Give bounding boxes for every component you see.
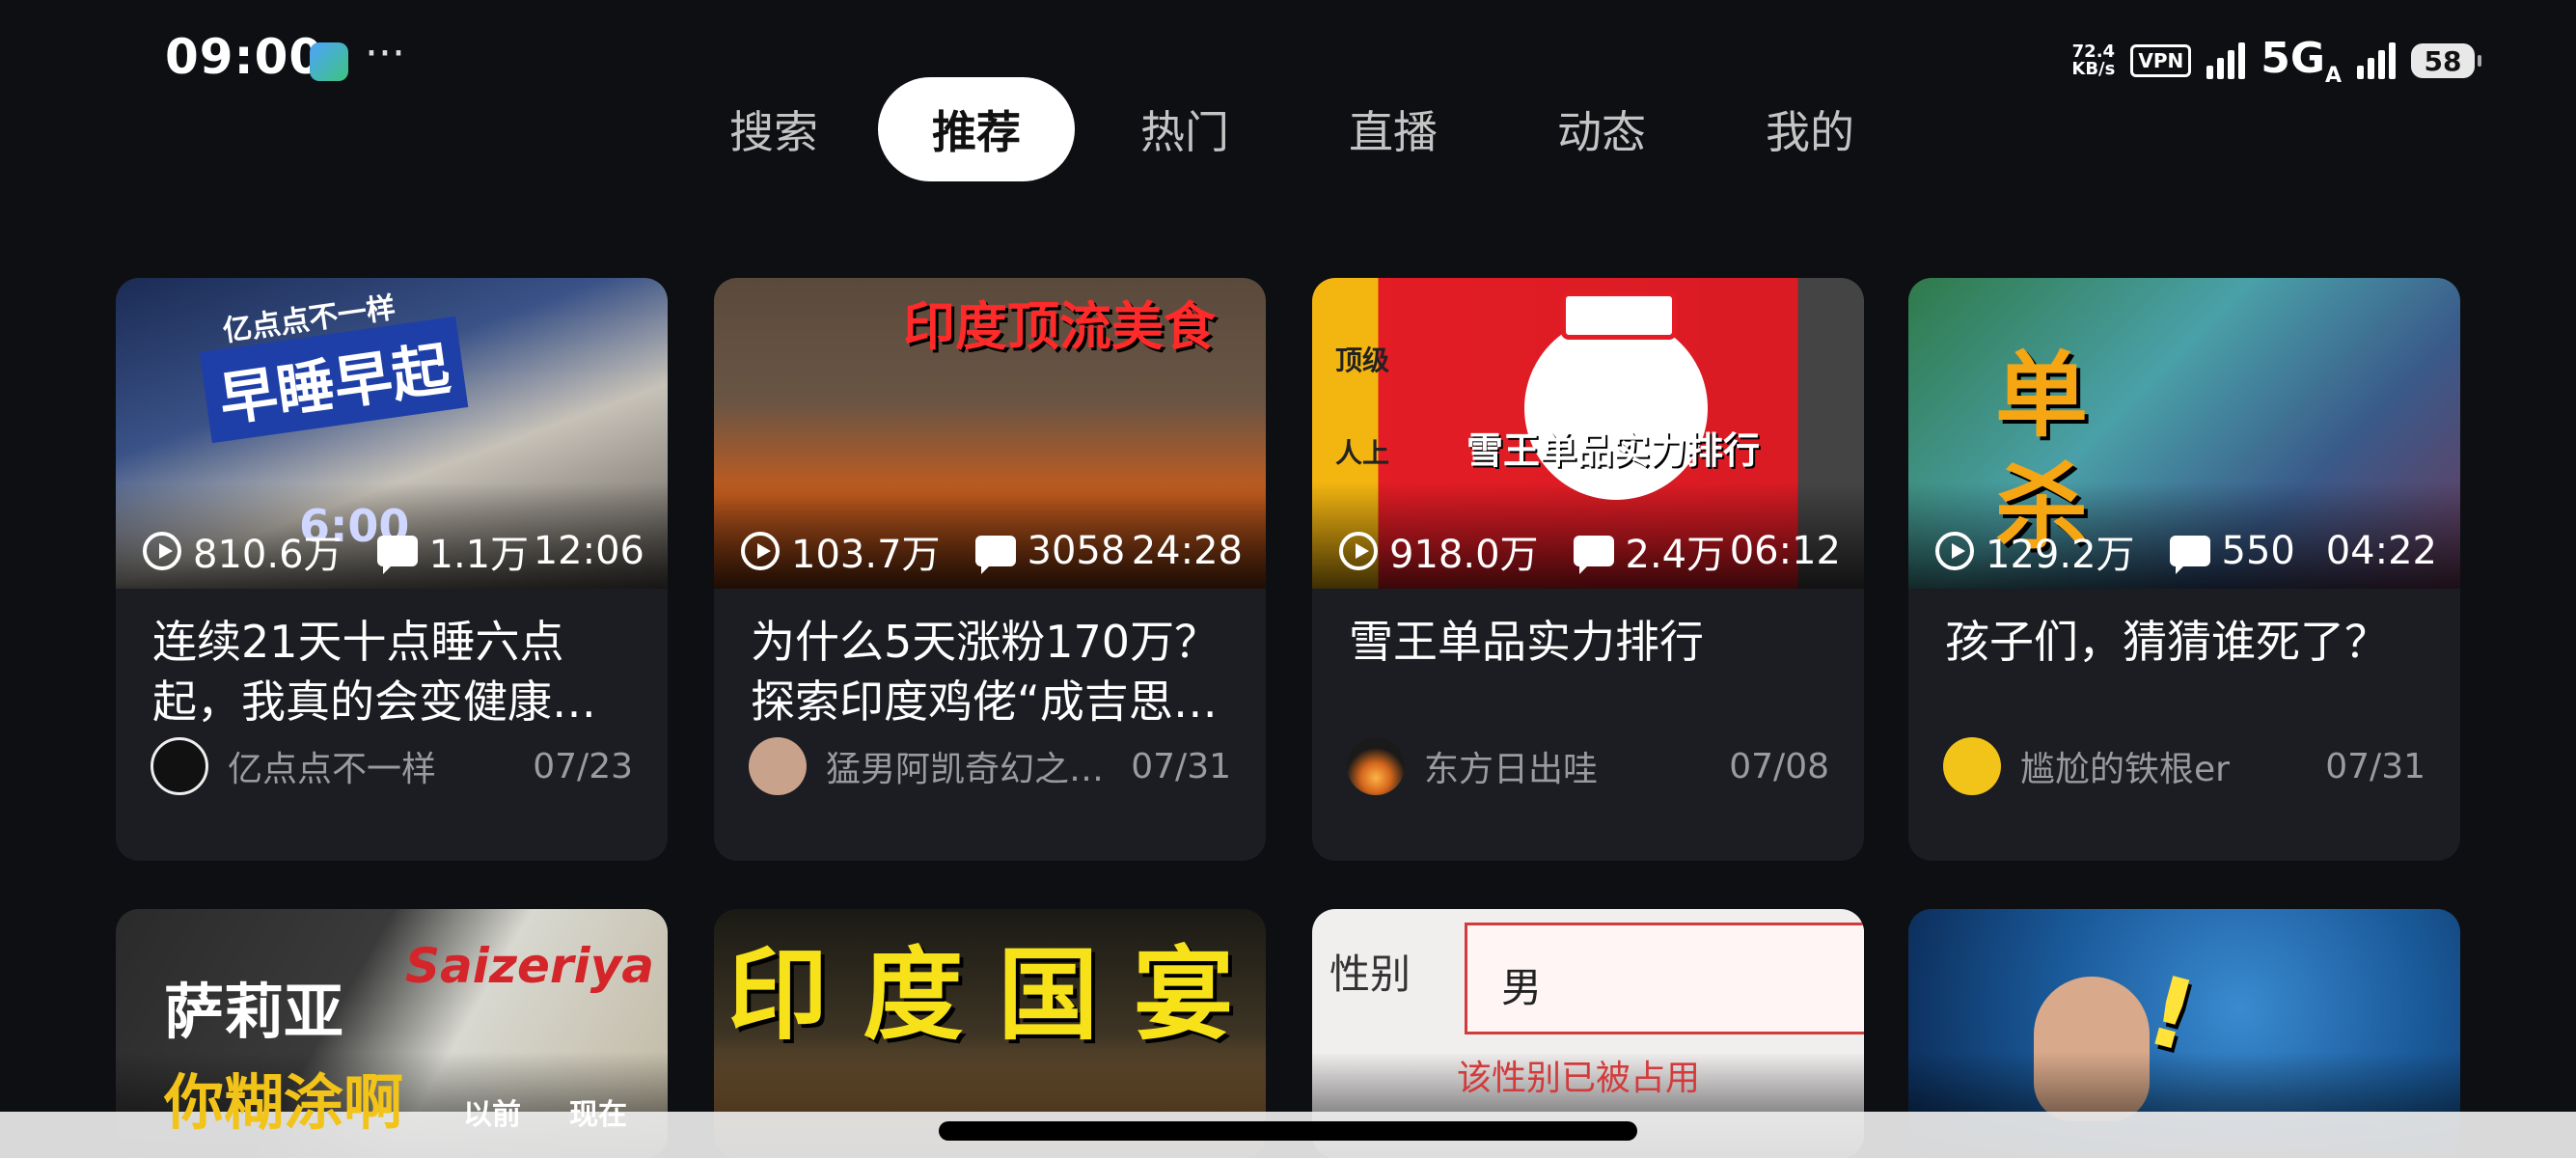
video-card[interactable]: 顶级 人上 雪王单品实力排行 918.0万 2.4万 06:12 雪王单品实力排… (1312, 278, 1864, 861)
tab-recommend[interactable]: 推荐 (878, 77, 1075, 181)
video-stats: 103.7万 3058 24:28 (741, 527, 1243, 577)
video-thumbnail[interactable]: 顶级 人上 雪王单品实力排行 918.0万 2.4万 06:12 (1312, 278, 1864, 589)
video-title[interactable]: 连续21天十点睡六点起，我真的会变健康吗？ (152, 612, 639, 731)
author-name[interactable]: 尴尬的铁根er (2020, 741, 2312, 791)
status-indicators: 72.4 KB/s VPN 5GA 58 (2071, 34, 2481, 88)
avatar[interactable] (1943, 737, 2001, 795)
duration: 24:28 (1131, 529, 1243, 573)
play-count-icon (741, 532, 780, 570)
tab-live[interactable]: 直播 (1295, 77, 1492, 181)
avatar[interactable] (1347, 737, 1405, 795)
duration: 12:06 (533, 529, 644, 573)
network-speed: 72.4 KB/s (2071, 41, 2116, 79)
video-stats: 129.2万 550 04:22 (1935, 527, 2437, 577)
author-row: 东方日出哇 07/08 (1347, 735, 1829, 797)
author-name[interactable]: 东方日出哇 (1424, 741, 1715, 791)
battery-icon: 58 (2411, 43, 2481, 78)
tab-search[interactable]: 搜索 (675, 77, 872, 181)
publish-date: 07/23 (533, 746, 633, 786)
author-name[interactable]: 亿点点不一样 (228, 741, 519, 791)
tab-dynamic[interactable]: 动态 (1503, 77, 1700, 181)
publish-date: 07/08 (1729, 746, 1829, 786)
video-title[interactable]: 孩子们，猜猜谁死了？ (1945, 612, 2431, 672)
tab-hot[interactable]: 热门 (1086, 77, 1283, 181)
video-card[interactable]: 亿点点不一样 早睡早起 6:00 810.6万 1.1万 12:06 连续21天… (116, 278, 668, 861)
comment-icon (376, 536, 418, 574)
duration: 06:12 (1729, 529, 1841, 573)
author-name[interactable]: 猛男阿凯奇幻之旅… (826, 741, 1117, 791)
network-type: 5GA (2261, 34, 2342, 88)
vpn-icon: VPN (2130, 44, 2192, 77)
view-count: 918.0万 (1389, 533, 1539, 577)
clock: 09:00 (165, 29, 324, 85)
play-count-icon (1339, 532, 1378, 570)
video-stats: 810.6万 1.1万 12:06 (143, 527, 644, 577)
app-notification-icon (310, 42, 348, 81)
avatar[interactable] (749, 737, 807, 795)
video-card[interactable]: 萨莉亚 Saizeriya 你糊涂啊 以前 现在 (116, 909, 668, 1158)
view-count: 103.7万 (791, 533, 941, 577)
comment-icon (974, 536, 1016, 574)
comment-count: 2.4万 (1625, 533, 1726, 577)
signal-icon-2 (2357, 42, 2396, 79)
comment-icon (2169, 536, 2210, 574)
comment-count: 1.1万 (428, 533, 530, 577)
avatar[interactable] (151, 737, 208, 795)
author-row: 尴尬的铁根er 07/31 (1943, 735, 2425, 797)
comment-count: 3058 (1027, 529, 1126, 573)
comment-count: 550 (2221, 529, 2295, 573)
publish-date: 07/31 (1131, 746, 1231, 786)
comment-icon (1573, 536, 1614, 574)
author-row: 猛男阿凯奇幻之旅… 07/31 (749, 735, 1231, 797)
video-thumbnail[interactable]: 印度顶流美食 103.7万 3058 24:28 (714, 278, 1266, 589)
view-count: 810.6万 (193, 533, 343, 577)
video-card[interactable]: 单 杀 129.2万 550 04:22 孩子们，猜猜谁死了？ 尴尬的铁根er … (1908, 278, 2460, 861)
signal-icon (2206, 42, 2246, 79)
play-count-icon (1935, 532, 1974, 570)
video-stats: 918.0万 2.4万 06:12 (1339, 527, 1841, 577)
video-thumbnail[interactable]: 单 杀 129.2万 550 04:22 (1908, 278, 2460, 589)
tab-mine[interactable]: 我的 (1712, 77, 1908, 181)
video-thumbnail[interactable]: 亿点点不一样 早睡早起 6:00 810.6万 1.1万 12:06 (116, 278, 668, 589)
video-thumbnail[interactable]: 萨莉亚 Saizeriya 你糊涂啊 以前 现在 (116, 909, 668, 1158)
video-title[interactable]: 雪王单品实力排行 (1349, 612, 1835, 672)
play-count-icon (143, 532, 181, 570)
view-count: 129.2万 (1986, 533, 2135, 577)
video-card[interactable]: 印度顶流美食 103.7万 3058 24:28 为什么5天涨粉170万？探索印… (714, 278, 1266, 861)
duration: 04:22 (2325, 529, 2437, 573)
author-row: 亿点点不一样 07/23 (151, 735, 633, 797)
top-tabs: 搜索 推荐 热门 直播 动态 我的 (675, 77, 1930, 183)
more-notifications-icon: ··· (365, 29, 405, 78)
home-indicator[interactable] (939, 1121, 1637, 1141)
publish-date: 07/31 (2325, 746, 2425, 786)
video-title[interactable]: 为什么5天涨粉170万？探索印度鸡佬“成吉思汗” (751, 612, 1237, 731)
